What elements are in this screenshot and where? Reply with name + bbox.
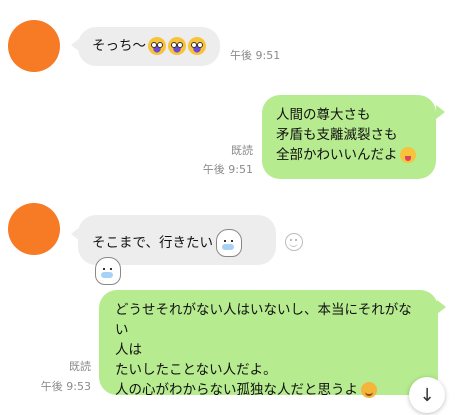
scream-emoji bbox=[188, 37, 206, 55]
message-text: そこまで、行きたい bbox=[92, 235, 213, 251]
message-bubble-incoming[interactable]: そこまで、行きたい bbox=[78, 215, 276, 285]
bunny-emoji bbox=[95, 257, 121, 285]
message-line: 全部かわいいんだよ bbox=[276, 147, 398, 163]
message-line: どうせそれがない人はいないし、本当にそれがない bbox=[115, 302, 412, 338]
bunny-emoji bbox=[215, 229, 242, 257]
message-time: 午後 9:51 bbox=[202, 163, 253, 176]
scream-emoji bbox=[168, 37, 186, 55]
arrow-down-icon: ↓ bbox=[419, 384, 435, 406]
avatar[interactable] bbox=[8, 20, 60, 72]
message-time: 午後 9:51 bbox=[230, 49, 281, 62]
message-bubble-incoming[interactable]: そっち〜 bbox=[78, 27, 220, 66]
scroll-to-bottom-button[interactable]: ↓ bbox=[409, 377, 445, 413]
message-bubble-outgoing[interactable]: 人間の尊大さも 矛盾も支離滅裂さも 全部かわいいんだよ bbox=[262, 95, 436, 179]
smile-emoji bbox=[361, 382, 377, 398]
message-line: 人の心がわからない孤独な人だと思うよ bbox=[115, 382, 358, 398]
message-line: 人は bbox=[115, 342, 142, 358]
message-bubble-outgoing[interactable]: どうせそれがない人はいないし、本当にそれがない 人は たいしたことない人だよ。 … bbox=[99, 290, 438, 398]
avatar[interactable] bbox=[8, 203, 60, 255]
read-receipt: 既読 bbox=[69, 360, 91, 373]
message-text: そっち〜 bbox=[92, 38, 146, 54]
message-line: たいしたことない人だよ。 bbox=[115, 362, 277, 378]
message-line: 人間の尊大さも bbox=[276, 107, 371, 123]
message-line: 矛盾も支離滅裂さも bbox=[276, 127, 398, 143]
tongue-emoji bbox=[399, 147, 416, 163]
bubble-tail bbox=[436, 105, 445, 119]
message-time: 午後 9:53 bbox=[40, 380, 91, 393]
add-reaction-icon[interactable] bbox=[285, 233, 303, 251]
bubble-tail bbox=[437, 300, 446, 314]
read-receipt: 既読 bbox=[231, 144, 253, 157]
scream-emoji bbox=[148, 37, 166, 55]
